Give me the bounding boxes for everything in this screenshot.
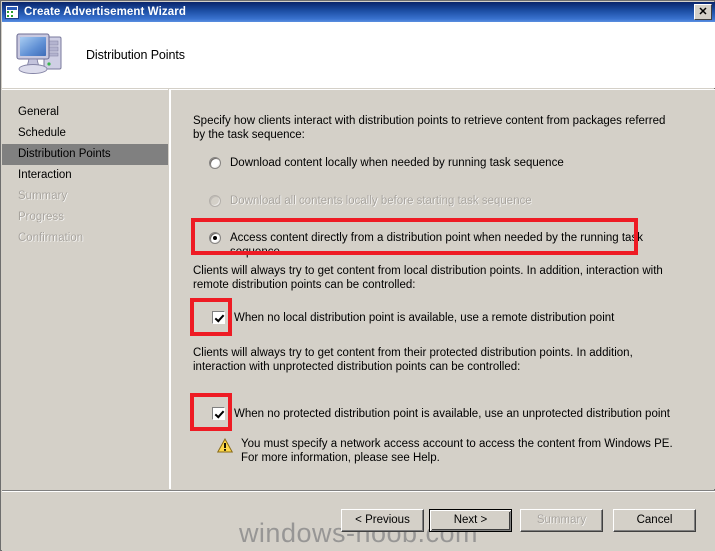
radio-access-content-directly[interactable]: Access content directly from a distribut…: [209, 231, 649, 259]
title-bar: Create Advertisement Wizard ✕: [2, 2, 715, 22]
close-icon[interactable]: ✕: [694, 4, 712, 20]
page-title: Distribution Points: [86, 48, 185, 62]
radio-download-all-contents-before-start: Download all contents locally before sta…: [209, 194, 689, 208]
sidebar-item-summary: Summary: [18, 190, 68, 202]
intro-text: Specify how clients interact with distri…: [193, 115, 666, 141]
checkbox-label: When no local distribution point is avai…: [234, 312, 615, 324]
radio-download-locally-when-needed[interactable]: Download content locally when needed by …: [209, 156, 689, 170]
sidebar-item-interaction[interactable]: Interaction: [2, 165, 168, 186]
sidebar-item-general[interactable]: General: [2, 102, 168, 123]
radio-indicator: [209, 195, 221, 207]
wizard-header: Distribution Points: [2, 22, 715, 88]
radio-label: Access content directly from a distribut…: [230, 232, 643, 258]
checkbox-indicator[interactable]: [211, 406, 226, 421]
checkbox-indicator[interactable]: [211, 310, 226, 325]
sidebar-item-schedule[interactable]: Schedule: [2, 123, 168, 144]
sidebar-item-distribution-points[interactable]: Distribution Points: [2, 144, 168, 165]
warning-triangle-icon: [217, 438, 233, 453]
warning-message: You must specify a network access accoun…: [217, 437, 687, 465]
window-title: Create Advertisement Wizard: [24, 6, 186, 18]
radio-label: Download content locally when needed by …: [230, 157, 564, 169]
summary-button: Summary: [520, 509, 603, 532]
next-button[interactable]: Next >: [429, 509, 512, 532]
cancel-button[interactable]: Cancel: [613, 509, 696, 532]
checkbox-use-remote-distribution-point[interactable]: When no local distribution point is avai…: [211, 310, 682, 325]
wizard-content-panel: Specify how clients interact with distri…: [171, 89, 715, 489]
checkbox-label: When no protected distribution point is …: [234, 408, 670, 420]
radio-label: Download all contents locally before sta…: [230, 195, 532, 207]
checkbox-use-unprotected-distribution-point[interactable]: When no protected distribution point is …: [211, 406, 692, 421]
note-local-distribution-points: Clients will always try to get content f…: [193, 265, 663, 291]
computer-icon: [16, 33, 62, 74]
warning-text: You must specify a network access accoun…: [241, 438, 673, 464]
wizard-step-list: General Schedule Distribution Points Int…: [2, 89, 168, 489]
note-protected-distribution-points: Clients will always try to get content f…: [193, 347, 633, 373]
sidebar-item-confirmation: Confirmation: [18, 232, 84, 244]
sidebar-item-progress: Progress: [18, 211, 65, 223]
previous-button[interactable]: < Previous: [341, 509, 424, 532]
radio-indicator[interactable]: [209, 157, 221, 169]
wizard-window: Create Advertisement Wizard ✕ Distributi: [0, 0, 715, 551]
wizard-window-icon: [5, 5, 19, 19]
radio-indicator[interactable]: [209, 232, 221, 244]
